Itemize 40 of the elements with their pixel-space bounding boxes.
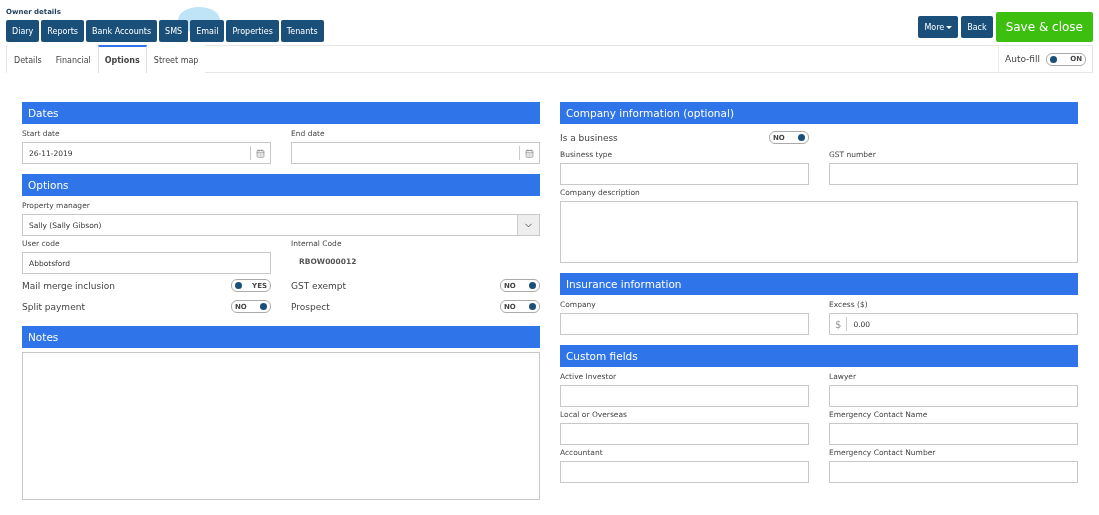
toolbar-button[interactable]: Email: [190, 20, 225, 42]
section-header: Company information (optional): [560, 102, 1078, 124]
toolbar-button[interactable]: Diary: [6, 20, 40, 42]
toggle-label: Split payment: [22, 301, 85, 312]
text-field[interactable]: [560, 313, 809, 335]
toolbar-button[interactable]: Properties: [226, 20, 279, 42]
toggle-label: GST exempt: [291, 280, 347, 291]
toggle-label: Is a business: [560, 132, 618, 143]
tab[interactable]: Street map: [146, 45, 206, 73]
tab[interactable]: Options: [97, 45, 147, 73]
text-field[interactable]: [829, 461, 1078, 483]
back-button[interactable]: Back: [961, 16, 993, 38]
section-header: Custom fields: [560, 345, 1078, 367]
text-field[interactable]: [560, 163, 809, 185]
text-field[interactable]: [560, 385, 809, 407]
more-button[interactable]: More: [918, 16, 959, 38]
toolbar-button[interactable]: Bank Accounts: [86, 20, 158, 42]
text-field[interactable]: [560, 423, 809, 445]
toolbar-button[interactable]: Tenants: [280, 20, 324, 42]
toolbar-button[interactable]: SMS: [159, 20, 189, 42]
calendar-icon: [256, 148, 265, 158]
section-header: Dates: [22, 102, 540, 124]
calendar-icon: [525, 148, 534, 158]
toggle-label: Prospect: [291, 301, 330, 312]
caret-icon: [946, 25, 953, 29]
auto-fill-label: Auto-fill: [1005, 54, 1040, 64]
section-header: Notes: [22, 326, 540, 348]
toolbar-button[interactable]: Reports: [41, 20, 84, 42]
text-field[interactable]: [829, 423, 1078, 445]
text-area[interactable]: [22, 352, 540, 500]
tab[interactable]: Details: [7, 45, 49, 73]
text-field[interactable]: [560, 461, 809, 483]
section-header: Options: [22, 174, 540, 196]
text-area[interactable]: [560, 201, 1078, 263]
text-field[interactable]: [829, 385, 1078, 407]
tab[interactable]: Financial: [48, 45, 98, 73]
section-header: Insurance information: [560, 273, 1078, 295]
text-field[interactable]: [829, 163, 1078, 185]
date-field[interactable]: [291, 142, 540, 164]
toggle-label: Mail merge inclusion: [22, 280, 115, 291]
